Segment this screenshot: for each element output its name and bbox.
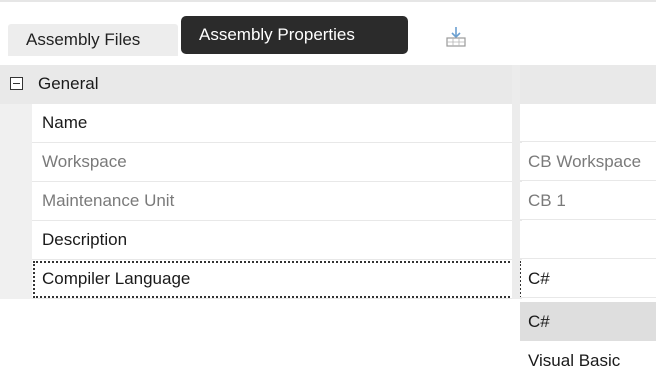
column-splitter[interactable]	[512, 182, 520, 221]
column-splitter[interactable]	[512, 143, 520, 182]
category-label: General	[38, 74, 99, 93]
property-value-readonly: CB Workspace	[520, 143, 656, 181]
row-gutter	[0, 221, 32, 260]
property-row-workspace[interactable]: Workspace CB Workspace	[0, 143, 656, 182]
export-download-icon[interactable]	[444, 26, 468, 48]
column-splitter[interactable]	[512, 260, 520, 299]
row-gutter	[0, 260, 32, 299]
column-splitter[interactable]	[512, 221, 520, 260]
property-label: Maintenance Unit	[32, 182, 522, 221]
dropdown-option-csharp[interactable]: C#	[520, 302, 656, 341]
tab-bar: Assembly Files Assembly Properties	[0, 14, 656, 58]
property-label: Compiler Language	[32, 260, 522, 299]
property-value-input[interactable]	[520, 104, 656, 142]
property-value-input[interactable]	[520, 221, 656, 259]
row-gutter	[0, 143, 32, 182]
tab-assembly-files[interactable]: Assembly Files	[8, 24, 178, 56]
property-row-compiler-language[interactable]: Compiler Language C#	[0, 260, 656, 299]
row-gutter	[0, 182, 32, 221]
row-gutter	[0, 104, 32, 143]
property-label: Description	[32, 221, 522, 260]
category-row-general[interactable]: General	[0, 65, 656, 104]
top-divider	[0, 0, 656, 2]
language-dropdown-list: C# Visual Basic	[520, 302, 656, 379]
column-splitter[interactable]	[512, 65, 520, 104]
property-label: Workspace	[32, 143, 522, 182]
category-value-area	[520, 65, 656, 103]
property-row-name[interactable]: Name	[0, 104, 656, 143]
tab-assembly-properties[interactable]: Assembly Properties	[181, 16, 408, 54]
property-value-readonly: CB 1	[520, 182, 656, 220]
column-splitter[interactable]	[512, 104, 520, 143]
collapse-icon[interactable]	[10, 77, 23, 90]
dropdown-option-visual-basic[interactable]: Visual Basic	[520, 341, 656, 380]
property-row-maintenance-unit[interactable]: Maintenance Unit CB 1	[0, 182, 656, 221]
property-label: Name	[32, 104, 522, 143]
property-row-description[interactable]: Description	[0, 221, 656, 260]
compiler-language-select[interactable]: C#	[520, 260, 656, 298]
